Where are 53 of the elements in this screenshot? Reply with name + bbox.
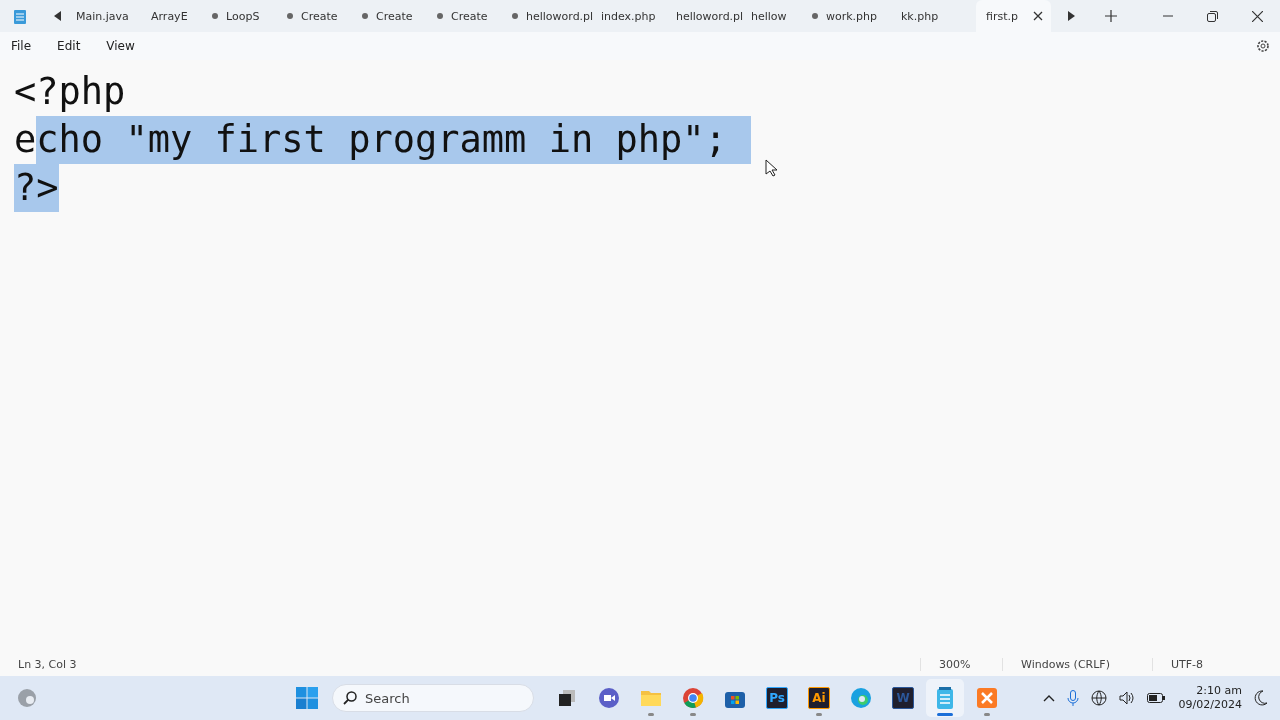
search-field[interactable]: Search — [332, 684, 534, 712]
code-text: e — [14, 117, 37, 163]
close-icon[interactable] — [1033, 11, 1043, 21]
file-tab[interactable]: Create — [301, 0, 376, 32]
file-tab[interactable]: Create — [451, 0, 526, 32]
app-badge-icon[interactable]: Ai — [808, 687, 830, 709]
code-text: <?php — [14, 69, 126, 115]
selected-code-text: ?> — [14, 164, 59, 212]
menu-item[interactable]: View — [106, 39, 135, 53]
line-ending: Windows (CRLF) — [1002, 657, 1152, 671]
xampp-icon[interactable] — [976, 687, 998, 709]
new-tab-icon[interactable] — [1105, 10, 1117, 22]
menu-item[interactable]: Edit — [57, 39, 81, 53]
battery-icon[interactable] — [1146, 693, 1165, 703]
file-tab[interactable]: LoopS — [226, 0, 301, 32]
file-tab[interactable]: first.p — [976, 0, 1051, 32]
encoding: UTF-8 — [1152, 657, 1280, 671]
file-tab[interactable]: work.php — [826, 0, 901, 32]
task-view-icon[interactable] — [557, 688, 577, 708]
selected-code-text: cho "my first programm in php"; — [36, 116, 751, 164]
settings-icon[interactable] — [1256, 39, 1270, 53]
chevron-up-icon[interactable] — [1042, 694, 1055, 702]
taskbar-app[interactable]: Ai — [800, 679, 838, 717]
code-editor[interactable]: <?php echo "my first programm in php"; ?> — [0, 60, 1280, 652]
file-tab[interactable]: hellow — [751, 0, 826, 32]
file-tab[interactable]: index.php — [601, 0, 676, 32]
taskbar-app[interactable]: Ps — [758, 679, 796, 717]
zoom-level: 300% — [920, 657, 1002, 671]
search-icon — [343, 691, 357, 705]
browser-icon[interactable] — [682, 687, 704, 709]
volume-icon[interactable] — [1118, 691, 1135, 705]
notepad-icon[interactable] — [935, 686, 955, 710]
cursor-position: Ln 3, Col 3 — [17, 657, 78, 671]
app-badge-icon[interactable]: Ps — [766, 687, 788, 709]
scroll-right-icon[interactable] — [1067, 11, 1075, 21]
moon-icon[interactable] — [1254, 690, 1268, 706]
microphone-icon[interactable] — [1066, 690, 1079, 706]
video-chat-icon[interactable] — [598, 687, 620, 709]
file-tab[interactable]: Main.java — [76, 0, 151, 32]
file-tab[interactable]: Create — [376, 0, 451, 32]
file-tab[interactable]: helloword.pl — [676, 0, 751, 32]
menu-item[interactable]: File — [11, 39, 32, 53]
close-icon[interactable] — [1251, 10, 1263, 22]
start-icon[interactable] — [296, 687, 318, 709]
file-tab[interactable]: helloword.pl — [526, 0, 601, 32]
restore-icon[interactable] — [1206, 10, 1218, 22]
file-tab[interactable]: kk.php — [901, 0, 976, 32]
globe-icon[interactable] — [1090, 690, 1107, 706]
notepad-icon — [13, 8, 27, 24]
scroll-left-icon[interactable] — [54, 11, 62, 21]
mouse-pointer-icon — [765, 159, 777, 177]
clock[interactable]: 2:10 am 09/02/2024 — [1178, 684, 1242, 712]
file-tab[interactable]: ArrayE — [151, 0, 226, 32]
